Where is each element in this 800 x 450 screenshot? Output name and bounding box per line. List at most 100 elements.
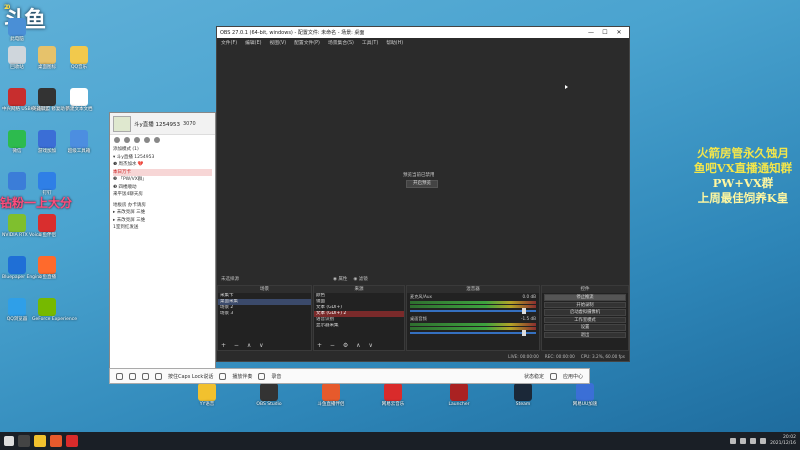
taskbar-music-icon[interactable] bbox=[66, 435, 78, 447]
no-source-label: 未选择源 bbox=[221, 276, 239, 282]
desktop-icon[interactable]: 回收站 bbox=[2, 46, 32, 71]
properties-button[interactable]: ◉ 属性 bbox=[333, 276, 347, 282]
channel-db: -1.5 dB bbox=[520, 316, 536, 321]
volume-slider[interactable] bbox=[410, 308, 536, 314]
list-item[interactable]: 地板房 办卡请房 bbox=[113, 202, 212, 210]
mic-icon[interactable] bbox=[129, 372, 136, 380]
control-button[interactable]: 设置 bbox=[544, 324, 626, 331]
desktop-icon[interactable]: 微信 bbox=[2, 130, 32, 155]
control-button[interactable]: 启动虚拟摄像机 bbox=[544, 309, 626, 316]
tab-icon[interactable] bbox=[124, 137, 130, 143]
apps-icon[interactable] bbox=[549, 372, 557, 380]
desktop-icon[interactable]: YY语音 bbox=[192, 383, 222, 408]
menu-item[interactable]: 视图(V) bbox=[269, 39, 286, 46]
push-to-talk[interactable]: 按住Caps Lock说话 bbox=[168, 373, 213, 380]
control-button[interactable]: 停止推流 bbox=[544, 294, 626, 301]
taskbar-obs-icon[interactable] bbox=[18, 435, 30, 447]
desktop-icon[interactable]: 斗鱼直播 bbox=[32, 256, 62, 281]
play-accompaniment[interactable]: 播放伴奏 bbox=[232, 373, 252, 380]
menu-item[interactable]: 配置文件(P) bbox=[294, 39, 320, 46]
desktop-icon[interactable]: 新建文本文档 bbox=[64, 88, 94, 113]
music-icon[interactable] bbox=[219, 372, 227, 380]
desktop-icon[interactable]: 桌面图标 bbox=[32, 46, 62, 71]
list-item[interactable]: ▸ 未改亮屏 三维 bbox=[113, 209, 212, 217]
desktop-icon[interactable]: 网易云音乐 bbox=[378, 383, 408, 408]
douyu-client-window[interactable]: 斗y直播 1254953 3070 添加模式 (1) ▾ 斗y直播 1254953… bbox=[109, 112, 216, 374]
desktop-icon[interactable]: 网易UU加速 bbox=[570, 383, 600, 408]
tab-icon[interactable] bbox=[134, 137, 140, 143]
desktop-icon[interactable]: NVIDIA RTX Voice bbox=[2, 214, 41, 239]
taskbar-clock[interactable]: 20:02 2021/12/16 bbox=[770, 435, 796, 447]
list-item[interactable]: 本日万卡 bbox=[113, 168, 212, 176]
desktop-icon[interactable]: 中兴网络 USBKey管理 bbox=[2, 88, 48, 113]
record-icon[interactable] bbox=[258, 372, 266, 380]
volume-slider[interactable] bbox=[410, 330, 536, 336]
control-button[interactable]: 工作室模式 bbox=[544, 316, 626, 323]
menu-item[interactable]: 工具(T) bbox=[362, 39, 378, 46]
filters-button[interactable]: ◉ 滤镜 bbox=[353, 276, 367, 282]
taskbar-yy-icon[interactable] bbox=[34, 435, 46, 447]
menu-item[interactable]: 编辑(E) bbox=[245, 39, 261, 46]
desktop-icon[interactable]: 英雄联盟 修复助手 bbox=[32, 88, 69, 113]
tab-icon[interactable] bbox=[114, 137, 120, 143]
list-item[interactable]: ❶ 周杰加水 💔 bbox=[113, 161, 212, 169]
app-icon bbox=[38, 88, 56, 106]
douyu-control-bar: 按住Caps Lock说话 播放伴奏 录音 状态稳定 应用中心 bbox=[109, 368, 590, 384]
windows-start-icon[interactable] bbox=[4, 436, 14, 446]
scene-controls[interactable]: + − ∧ ∨ bbox=[221, 342, 267, 349]
desktop-icon[interactable]: Bluepaper Engine bbox=[2, 256, 42, 281]
channel-label: 麦克风/Aux 0.0 dB bbox=[410, 294, 536, 300]
list-item[interactable]: ❸ 四楼顺动 bbox=[113, 184, 212, 192]
tab-icon[interactable] bbox=[144, 137, 150, 143]
source-item[interactable]: 显示器采集 bbox=[314, 323, 404, 329]
menu-item[interactable]: 文件(F) bbox=[221, 39, 237, 46]
list-item[interactable]: 来平饭4聊天房 bbox=[113, 191, 212, 199]
desktop-icon[interactable]: 斗鱼直播伴侣 bbox=[316, 383, 346, 408]
enable-preview-button[interactable]: 开启预览 bbox=[406, 180, 438, 188]
control-button[interactable]: 开始录制 bbox=[544, 301, 626, 308]
menu-item[interactable]: 帮助(H) bbox=[386, 39, 403, 46]
obs-window[interactable]: OBS 27.0.1 (64-bit, windows) - 配置文件: 未命名… bbox=[216, 26, 630, 362]
float-text: 钻粉一上大分 bbox=[0, 196, 73, 210]
minimize-icon[interactable]: — bbox=[584, 29, 598, 36]
desktop-icon[interactable]: 游戏加加 bbox=[32, 130, 62, 155]
desktop-icon[interactable]: 超级工具箱 bbox=[64, 130, 94, 155]
list-item[interactable]: ❷ 「PW/VX群」 bbox=[113, 176, 212, 184]
desktop-icon[interactable]: Launcher bbox=[444, 383, 474, 408]
menu-item[interactable]: 场景集合(S) bbox=[328, 39, 354, 46]
obs-preview[interactable]: 预览当前已禁用 开启预览 bbox=[217, 47, 629, 295]
tab-icon[interactable] bbox=[154, 137, 160, 143]
tray-icon[interactable] bbox=[730, 438, 737, 444]
desktop-icon[interactable]: OBS Studio bbox=[254, 383, 284, 408]
list-item[interactable]: ▸ 未改亮屏 三维 bbox=[113, 217, 212, 225]
close-icon[interactable]: ✕ bbox=[612, 29, 626, 36]
desktop-icon[interactable]: 斗鱼伴侣 bbox=[32, 214, 62, 239]
list-item[interactable]: 1室到红发送 bbox=[113, 224, 212, 232]
douyu-client-tabs bbox=[110, 135, 215, 145]
desktop-icon[interactable]: QQ浏览器 bbox=[2, 298, 32, 323]
desktop-icon[interactable]: GeForce Experience bbox=[32, 298, 77, 323]
taskbar-douyu-icon[interactable] bbox=[50, 435, 62, 447]
camera-icon[interactable] bbox=[142, 372, 149, 380]
volume-icon[interactable] bbox=[750, 438, 757, 444]
network-icon[interactable] bbox=[760, 438, 767, 444]
desktop-icon[interactable]: QQ音乐 bbox=[64, 46, 94, 71]
desktop-icon[interactable] bbox=[2, 172, 32, 192]
maximize-icon[interactable]: ☐ bbox=[598, 29, 612, 36]
avatar[interactable] bbox=[113, 115, 131, 132]
source-controls[interactable]: + − ⚙ ∧ ∨ bbox=[317, 342, 376, 349]
app-icon bbox=[198, 383, 216, 401]
desktop-icon[interactable]: Steam bbox=[508, 383, 538, 408]
scene-item[interactable]: 场景 3 bbox=[218, 311, 311, 317]
control-button[interactable]: 退出 bbox=[544, 331, 626, 338]
desktop-icon[interactable]: 此电脑 bbox=[2, 18, 32, 43]
list-item[interactable]: 添加模式 (1) bbox=[113, 146, 212, 154]
record-audio[interactable]: 录音 bbox=[271, 373, 281, 380]
tray-icon[interactable] bbox=[740, 438, 747, 444]
lightbulb-icon[interactable] bbox=[116, 372, 123, 380]
keyboard-icon[interactable] bbox=[155, 372, 162, 380]
app-center[interactable]: 应用中心 bbox=[563, 373, 583, 380]
source-toolbar: 未选择源 ◉ 属性 ◉ 滤镜 bbox=[217, 273, 629, 284]
list-item[interactable]: ▾ 斗y直播 1254953 bbox=[113, 154, 212, 162]
mixer-title: 混音器 bbox=[407, 286, 539, 293]
